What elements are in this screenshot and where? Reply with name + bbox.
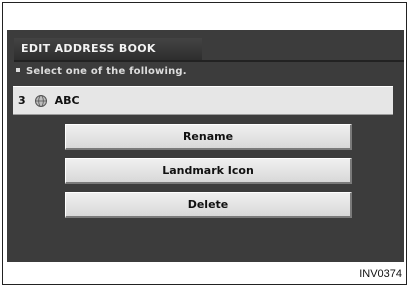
figure-frame: EDIT ADDRESS BOOK Select one of the foll… — [2, 2, 407, 285]
instruction-label: Select one of the following. — [26, 66, 187, 77]
address-entry-row[interactable]: 3 ABC — [13, 86, 393, 115]
figure-code: INV0374 — [359, 268, 402, 280]
landmark-icon-button[interactable]: Landmark Icon — [65, 158, 352, 184]
delete-button[interactable]: Delete — [65, 192, 352, 218]
entry-number: 3 — [18, 94, 26, 107]
screen-title: EDIT ADDRESS BOOK — [14, 38, 202, 60]
instruction-text: Select one of the following. — [16, 66, 187, 77]
title-divider — [14, 60, 404, 62]
rename-button[interactable]: Rename — [65, 124, 352, 150]
bullet-icon — [16, 68, 20, 72]
nav-screen: EDIT ADDRESS BOOK Select one of the foll… — [7, 30, 404, 262]
globe-icon — [34, 94, 48, 108]
entry-name: ABC — [54, 94, 80, 107]
